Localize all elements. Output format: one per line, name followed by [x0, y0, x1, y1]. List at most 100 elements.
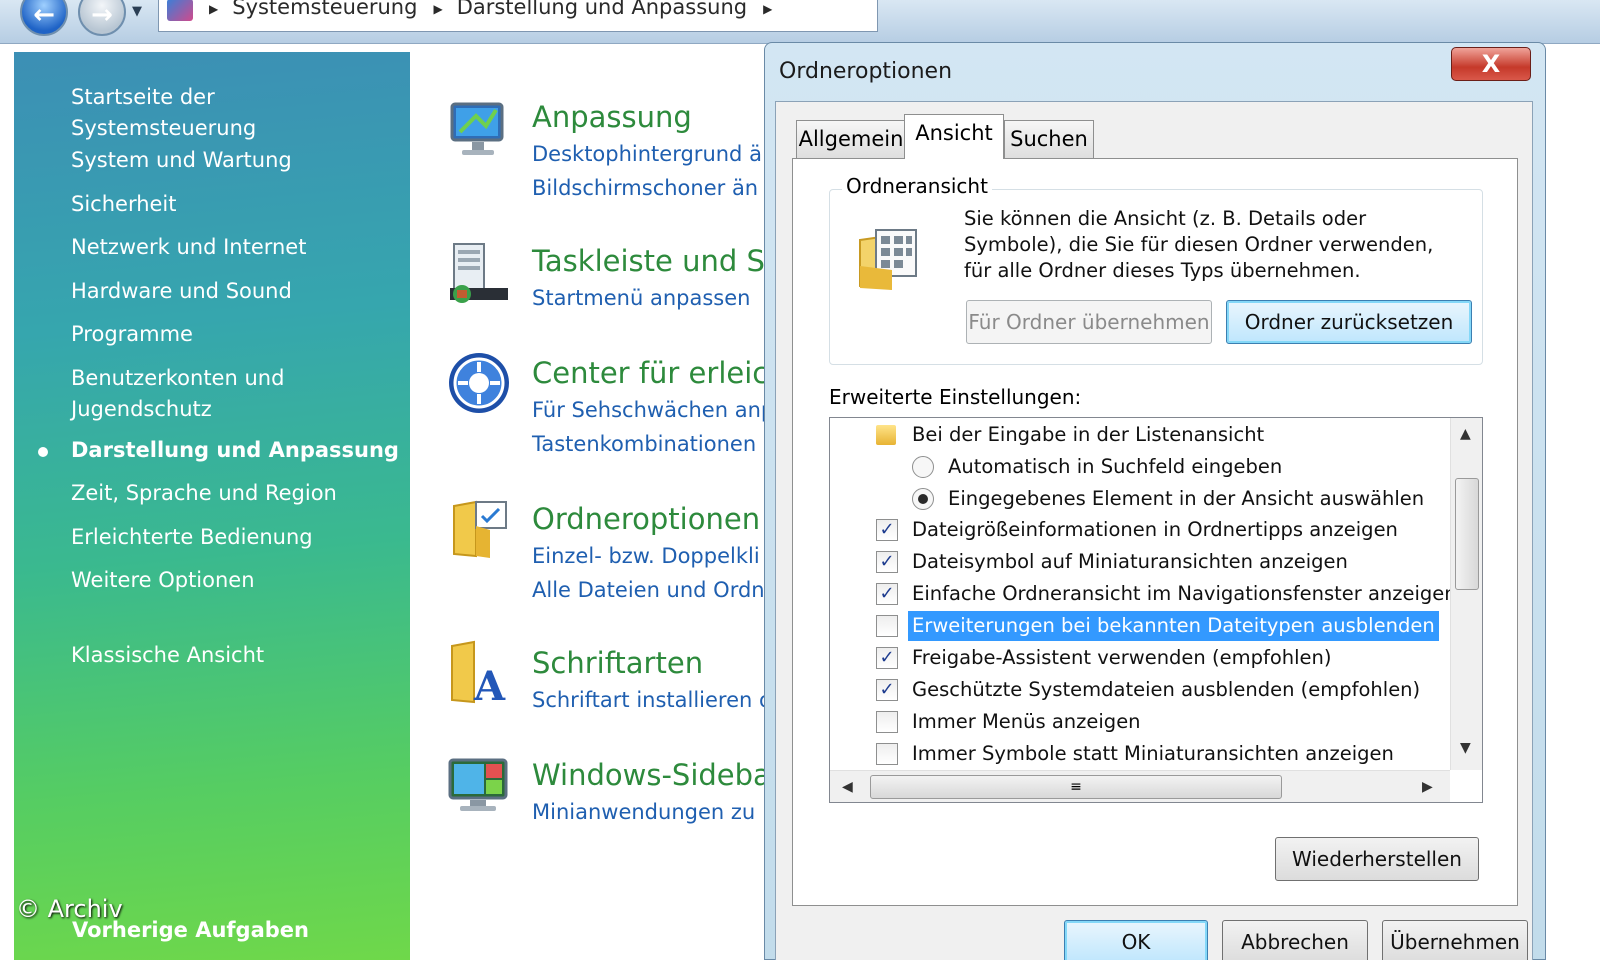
list-item[interactable]: Automatisch in Suchfeld eingeben	[912, 452, 1432, 482]
apply-to-folders-button[interactable]: Für Ordner übernehmen	[966, 300, 1212, 344]
breadcrumb-separator-icon[interactable]: ▶	[763, 2, 772, 16]
breadcrumb-item-systemsteuerung[interactable]: Systemsteuerung	[232, 0, 417, 19]
nav-item-system[interactable]: System und Wartung	[71, 145, 406, 176]
ok-button[interactable]: OK	[1064, 920, 1208, 960]
list-item-label: Immer Menüs anzeigen	[912, 710, 1141, 733]
category-title[interactable]: Center für erleich	[532, 356, 770, 390]
restore-defaults-button[interactable]: Wiederherstellen	[1275, 837, 1479, 881]
category-personalization: Anpassung Desktophintergrund ä Bildschir…	[440, 96, 770, 216]
list-item[interactable]: Eingegebenes Element in der Ansicht ausw…	[912, 484, 1432, 514]
taskbar-icon	[450, 243, 508, 303]
nav-item-clock-region[interactable]: Zeit, Sprache und Region	[71, 478, 406, 509]
nav-item-additional[interactable]: Weitere Optionen	[71, 565, 406, 596]
vertical-scrollbar[interactable]: ▲ ▼	[1450, 418, 1482, 770]
category-title[interactable]: Anpassung	[532, 100, 692, 134]
list-item-label: Geschützte Systemdateien ausblenden (emp…	[912, 678, 1421, 701]
category-link[interactable]: Tastenkombinationen	[532, 432, 756, 456]
dialog-client-area: Allgemein Ansicht Suchen Ordneransicht S…	[775, 101, 1533, 960]
reset-folders-button[interactable]: Ordner zurücksetzen	[1226, 300, 1472, 344]
nav-item-security[interactable]: Sicherheit	[71, 189, 406, 220]
radio-auto-search[interactable]	[912, 456, 934, 478]
nav-classic-view-link[interactable]: Klassische Ansicht	[71, 640, 406, 671]
radio-select-item[interactable]	[912, 488, 934, 510]
scroll-right-icon[interactable]: ▶	[1422, 779, 1433, 795]
breadcrumb-separator-icon[interactable]: ▶	[209, 2, 218, 16]
list-item-selected[interactable]: Erweiterungen bei bekannten Dateitypen a…	[876, 611, 1446, 641]
advanced-settings-label: Erweiterte Einstellungen:	[829, 385, 1082, 409]
folder-view-group: Ordneransicht Sie können die Ansicht (z.…	[829, 174, 1483, 365]
category-folder-options: Ordneroptionen Einzel- bzw. Doppelkli Al…	[440, 496, 770, 616]
nav-item-appearance[interactable]: Darstellung und Anpassung	[71, 435, 406, 466]
checkbox-unchecked-icon[interactable]	[876, 743, 898, 765]
list-item[interactable]: ✓ Geschützte Systemdateien ausblenden (e…	[876, 675, 1436, 705]
cancel-button[interactable]: Abbrechen	[1222, 920, 1368, 960]
forward-arrow-icon: →	[91, 0, 113, 30]
checkbox-checked-icon[interactable]: ✓	[876, 583, 898, 605]
category-link[interactable]: Einzel- bzw. Doppelkli	[532, 544, 760, 568]
category-title[interactable]: Ordneroptionen	[532, 502, 760, 536]
category-title[interactable]: Windows-Sideba	[532, 758, 770, 792]
sidebar-icon	[448, 758, 508, 811]
checkbox-unchecked-icon[interactable]	[876, 615, 898, 637]
tab-general[interactable]: Allgemein	[796, 120, 906, 158]
vertical-scroll-thumb[interactable]	[1455, 478, 1479, 590]
folder-options-dialog: Ordneroptionen X Allgemein Ansicht Suche…	[764, 42, 1546, 960]
list-item-label: Dateisymbol auf Miniaturansichten anzeig…	[912, 550, 1348, 573]
category-link[interactable]: Alle Dateien und Ordn	[532, 578, 765, 602]
category-taskbar: Taskleiste und St Startmenü anpassen	[440, 240, 770, 330]
nav-item-network[interactable]: Netzwerk und Internet	[71, 232, 406, 263]
close-button[interactable]: X	[1451, 47, 1531, 81]
breadcrumb[interactable]: ▶ Systemsteuerung ▶ Darstellung und Anpa…	[158, 0, 878, 32]
tab-search[interactable]: Suchen	[1004, 120, 1094, 158]
list-item-label: Einfache Ordneransicht im Navigationsfen…	[912, 582, 1457, 605]
list-item: Bei der Eingabe in der Listenansicht	[876, 420, 1436, 450]
nav-item-accounts[interactable]: Benutzerkonten und Jugendschutz	[71, 363, 311, 425]
address-bar: ← → ▼ ▶ Systemsteuerung ▶ Darstellung un…	[0, 0, 1600, 44]
checkbox-checked-icon[interactable]: ✓	[876, 679, 898, 701]
nav-item-programs[interactable]: Programme	[71, 319, 406, 350]
scroll-down-icon[interactable]: ▼	[1460, 740, 1471, 756]
category-title[interactable]: Taskleiste und St	[532, 244, 770, 278]
category-link[interactable]: Startmenü anpassen	[532, 286, 750, 310]
list-item[interactable]: Immer Menüs anzeigen	[876, 707, 1436, 737]
nav-item-ease-of-access[interactable]: Erleichterte Bedienung	[71, 522, 406, 553]
category-title[interactable]: Schriftarten	[532, 646, 703, 680]
group-label: Ordneransicht	[842, 174, 992, 198]
category-link[interactable]: Bildschirmschoner än	[532, 176, 758, 200]
list-item[interactable]: ✓ Freigabe-Assistent verwenden (empfohle…	[876, 643, 1436, 673]
history-dropdown-icon[interactable]: ▼	[132, 4, 142, 19]
list-item-label: Erweiterungen bei bekannten Dateitypen a…	[908, 611, 1439, 641]
category-link[interactable]: Für Sehschwächen anp	[532, 398, 770, 422]
category-link[interactable]: Schriftart installieren o	[532, 688, 770, 712]
dialog-title: Ordneroptionen	[779, 59, 953, 84]
group-description: Sie können die Ansicht (z. B. Details od…	[964, 207, 1434, 282]
horizontal-scrollbar[interactable]: ◀ ≡ ▶	[830, 770, 1450, 802]
apply-button[interactable]: Übernehmen	[1382, 920, 1528, 960]
breadcrumb-item-darstellung[interactable]: Darstellung und Anpassung	[457, 0, 747, 19]
scroll-up-icon[interactable]: ▲	[1460, 426, 1471, 442]
checkbox-checked-icon[interactable]: ✓	[876, 551, 898, 573]
category-link[interactable]: Desktophintergrund ä	[532, 142, 762, 166]
folder-icon	[876, 425, 896, 445]
back-arrow-icon: ←	[33, 0, 55, 30]
tab-view[interactable]: Ansicht	[904, 114, 1004, 159]
checkbox-checked-icon[interactable]: ✓	[876, 519, 898, 541]
checkbox-checked-icon[interactable]: ✓	[876, 647, 898, 669]
nav-item-hardware[interactable]: Hardware und Sound	[71, 276, 406, 307]
category-fonts: A Schriftarten Schriftart installieren o	[440, 640, 770, 730]
list-item[interactable]: ✓ Einfache Ordneransicht im Navigationsf…	[876, 579, 1457, 609]
back-button[interactable]: ←	[20, 0, 68, 36]
list-item[interactable]: Immer Symbole statt Miniaturansichten an…	[876, 739, 1436, 769]
nav-home-link[interactable]: Startseite der Systemsteuerung	[71, 82, 406, 144]
advanced-settings-list[interactable]: Bei der Eingabe in der Listenansicht Aut…	[829, 417, 1483, 803]
forward-button[interactable]: →	[78, 0, 126, 36]
scroll-left-icon[interactable]: ◀	[842, 779, 853, 795]
horizontal-scroll-thumb[interactable]: ≡	[870, 775, 1282, 799]
list-item-label: Dateigrößeinformationen in Ordnertipps a…	[912, 518, 1398, 541]
list-item[interactable]: ✓ Dateisymbol auf Miniaturansichten anze…	[876, 547, 1436, 577]
breadcrumb-separator-icon[interactable]: ▶	[433, 2, 442, 16]
list-item[interactable]: ✓ Dateigrößeinformationen in Ordnertipps…	[876, 515, 1436, 545]
checkbox-unchecked-icon[interactable]	[876, 711, 898, 733]
category-link[interactable]: Minianwendungen zu	[532, 800, 755, 824]
active-bullet-icon	[38, 447, 48, 457]
